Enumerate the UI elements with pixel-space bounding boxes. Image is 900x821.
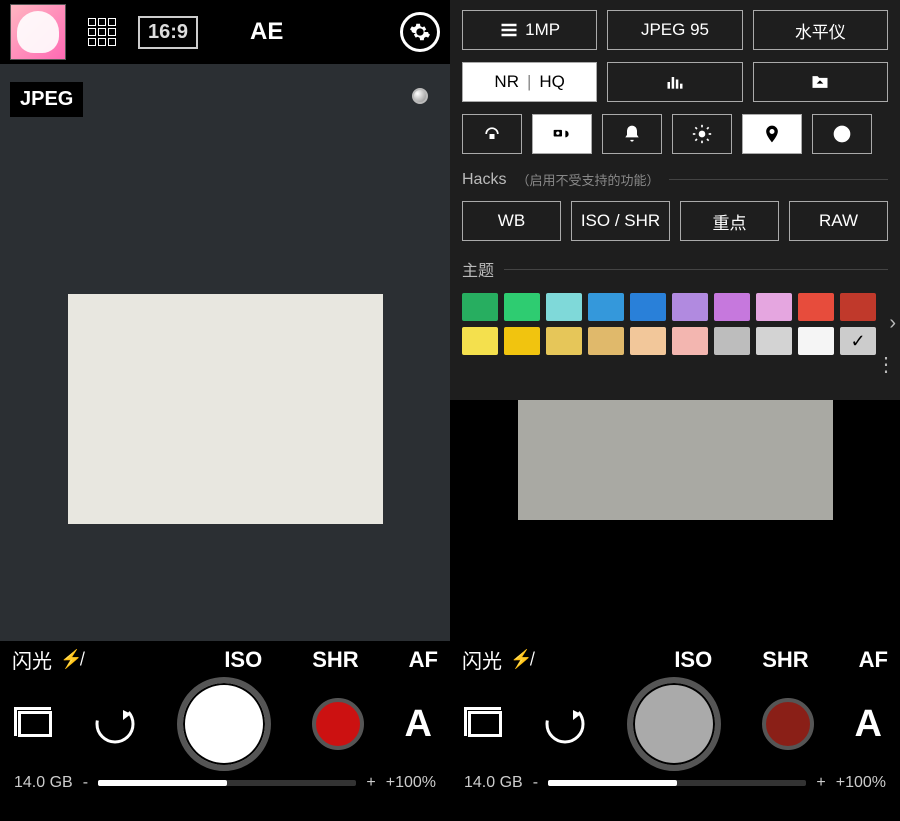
shutter-button[interactable] [177,677,271,771]
rotation-lock-button[interactable] [812,114,872,154]
theme-swatch[interactable] [798,293,834,321]
theme-swatch[interactable] [630,327,666,355]
exposure-slider[interactable] [548,780,806,786]
gallery-thumbnail[interactable] [10,4,66,60]
theme-swatch[interactable] [672,327,708,355]
orientation-icon[interactable] [93,702,137,746]
iso-button[interactable]: ISO [674,647,712,673]
theme-swatch[interactable] [756,327,792,355]
quality-button[interactable]: JPEG 95 [607,10,742,50]
settings-gear-icon[interactable] [400,12,440,52]
theme-swatch[interactable] [546,327,582,355]
theme-swatch[interactable] [756,293,792,321]
theme-title: 主题 [462,257,494,281]
hq-label: HQ [539,72,565,92]
iso-button[interactable]: ISO [224,647,262,673]
preview-frame [68,294,383,524]
theme-swatch[interactable] [462,327,498,355]
format-badge: JPEG [10,82,83,117]
theme-swatch[interactable] [588,293,624,321]
shutter-sound-button[interactable] [532,114,592,154]
theme-swatch[interactable] [546,293,582,321]
theme-swatch[interactable] [672,293,708,321]
nr-hq-button[interactable]: NR | HQ [462,62,597,102]
flash-label[interactable]: 闪光 [462,645,502,674]
shr-button[interactable]: SHR [762,647,808,673]
theme-swatch[interactable] [840,293,876,321]
af-button[interactable]: AF [409,647,438,673]
raw-hack-button[interactable]: RAW [789,201,888,241]
theme-swatch[interactable] [588,327,624,355]
theme-swatch[interactable] [504,293,540,321]
flash-off-icon[interactable]: ⚡̸ [510,649,532,670]
theme-swatch[interactable] [714,293,750,321]
more-icon[interactable]: ⋮ [876,352,896,377]
hacks-title: Hacks [462,171,506,189]
notification-button[interactable] [602,114,662,154]
iso-shr-hack-button[interactable]: ISO / SHR [571,201,670,241]
ae-button[interactable]: AE [250,18,283,46]
metering-indicator-icon[interactable] [412,88,428,104]
preview-frame-right [518,400,833,520]
location-button[interactable] [742,114,802,154]
hacks-subtitle: （启用不受支持的功能） [516,170,659,189]
theme-swatch[interactable] [630,293,666,321]
level-button[interactable]: 水平仪 [753,10,888,50]
resolution-button[interactable]: 1MP [462,10,597,50]
flash-off-icon[interactable]: ⚡̸ [60,649,82,670]
resolution-label: 1MP [525,20,560,40]
display-mode-icon[interactable] [468,711,502,737]
storage-label: 14.0 GB [464,774,523,792]
brightness-button[interactable] [672,114,732,154]
slider-plus[interactable]: + [816,774,825,792]
flash-label[interactable]: 闪光 [12,645,52,674]
chevron-right-icon[interactable]: › [889,312,896,335]
auto-mode-button[interactable]: A [405,703,432,746]
aspect-ratio-button[interactable]: 16:9 [138,16,198,49]
grid-icon[interactable] [88,18,116,46]
slider-minus[interactable]: - [83,774,88,792]
zoom-label[interactable]: +100% [836,774,886,792]
record-button[interactable] [312,698,364,750]
theme-swatch[interactable] [798,327,834,355]
af-button[interactable]: AF [859,647,888,673]
wb-hack-button[interactable]: WB [462,201,561,241]
slider-plus[interactable]: + [366,774,375,792]
auto-mode-button[interactable]: A [855,703,882,746]
record-button[interactable] [762,698,814,750]
ois-button[interactable] [462,114,522,154]
save-location-button[interactable] [753,62,888,102]
nr-label: NR [494,72,519,92]
theme-swatch[interactable] [714,327,750,355]
shr-button[interactable]: SHR [312,647,358,673]
orientation-icon[interactable] [543,702,587,746]
settings-panel: 1MP JPEG 95 水平仪 NR | HQ [450,0,900,400]
theme-swatches: ✓ [462,293,888,355]
shutter-button[interactable] [627,677,721,771]
histogram-button[interactable] [607,62,742,102]
zoom-label[interactable]: +100% [386,774,436,792]
camera-viewport-right[interactable] [450,400,900,641]
theme-swatch[interactable] [462,293,498,321]
storage-label: 14.0 GB [14,774,73,792]
focus-hack-button[interactable]: 重点 [680,201,779,241]
theme-swatch[interactable] [504,327,540,355]
slider-minus[interactable]: - [533,774,538,792]
exposure-slider[interactable] [98,780,356,786]
theme-swatch-selected[interactable]: ✓ [840,327,876,355]
display-mode-icon[interactable] [18,711,52,737]
camera-viewport[interactable]: JPEG [0,64,450,641]
